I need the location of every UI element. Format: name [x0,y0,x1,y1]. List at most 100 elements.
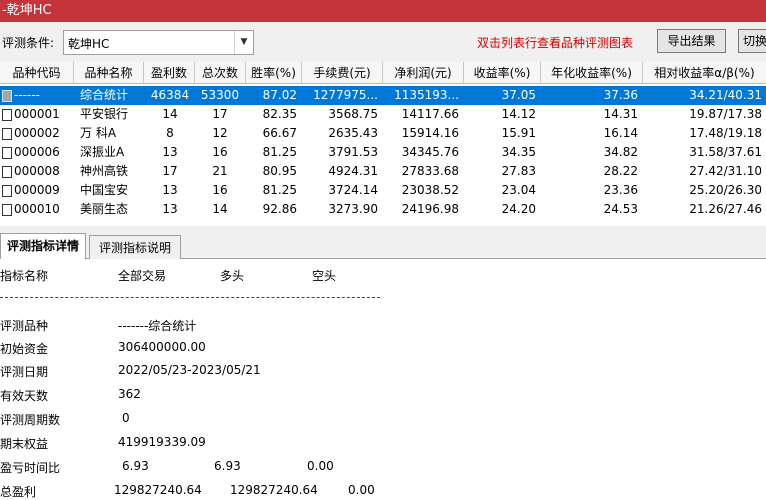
cell-fee: 2635.43 [328,126,378,140]
cell-relative: 31.58/37.61 [689,145,762,159]
metric-value-all: 419919339.09 [118,435,206,449]
cell-return: 14.12 [501,107,536,121]
cell-total: 17 [212,107,228,121]
metric-value-all: -------综合统计 [118,319,197,333]
cell-code: ------ [14,88,40,102]
cell-total: 16 [212,183,228,197]
cell-annual: 24.53 [603,202,638,216]
table-row[interactable]: 000001 平安银行 14 17 82.35 3568.75 14117.66… [0,105,766,124]
cell-annual: 37.36 [603,88,638,102]
table-row[interactable]: 000008 神州高铁 17 21 80.95 4924.31 27833.68… [0,162,766,181]
chevron-down-icon[interactable]: ▼ [234,31,253,54]
cell-annual: 28.22 [603,164,638,178]
cell-name: 神州高铁 [80,164,129,178]
document-icon [2,185,12,197]
cell-fee: 3568.75 [328,107,378,121]
col-header-win[interactable]: 盈利数 [144,62,195,84]
table-row[interactable]: 000010 美丽生态 13 14 92.86 3273.90 24196.98… [0,200,766,219]
cell-rate: 82.35 [262,107,297,121]
cell-net: 15914.16 [401,126,459,140]
cell-total: 53300 [200,88,240,102]
cell-win: 13 [162,145,178,159]
grid-header: 品种代码 品种名称 盈利数 总次数 胜率(%) 手续费(元) 净利润(元) 收益… [0,62,766,84]
metric-label: 有效天数 [0,389,49,403]
col-header-rate[interactable]: 胜率(%) [246,62,302,84]
cell-return: 23.04 [501,183,536,197]
tab-detail[interactable]: 评测指标详情 [0,233,86,259]
cell-total: 21 [212,164,228,178]
metric-label: 总盈利 [0,485,37,499]
cell-win: 17 [162,164,178,178]
metric-value-short: 0.00 [307,459,334,473]
col-header-relative[interactable]: 相对收益率α/β(%) [643,62,766,84]
cell-annual: 23.36 [603,183,638,197]
col-header-code[interactable]: 品种代码 [0,62,74,84]
cell-name: 美丽生态 [80,202,129,216]
condition-label: 评测条件: [2,36,55,50]
col-header-annual[interactable]: 年化收益率(%) [541,62,643,84]
metric-value-short: 0.00 [348,483,375,497]
cell-name: 中国宝安 [80,183,129,197]
cell-fee: 3791.53 [328,145,378,159]
condition-select[interactable]: 乾坤HC ▼ [63,30,254,55]
switch-button[interactable]: 切换 [738,29,766,53]
detail-tabs: 评测指标详情 评测指标说明 [0,226,766,260]
metric-label: 评测日期 [0,365,49,379]
metric-label: 盈亏时间比 [0,461,61,475]
cell-net: 34345.76 [401,145,459,159]
cell-total: 16 [212,145,228,159]
cell-return: 15.91 [501,126,536,140]
metric-value-all: 362 [118,387,141,401]
cell-fee: 3273.90 [328,202,378,216]
cell-name: 深振业A [80,145,125,159]
col-header-name[interactable]: 品种名称 [74,62,144,84]
cell-total: 12 [212,126,228,140]
toolbar: 评测条件: 乾坤HC ▼ 双击列表行查看品种评测图表 导出结果 切换 [0,22,766,62]
tab-explain[interactable]: 评测指标说明 [89,235,181,260]
cell-rate: 80.95 [262,164,297,178]
document-icon [2,204,12,216]
cell-return: 37.05 [501,88,536,102]
cell-code: 000008 [14,164,60,178]
condition-value: 乾坤HC [68,37,110,51]
cell-win: 13 [162,183,178,197]
detail-header-short: 空头 [312,269,337,283]
cell-net: 27833.68 [401,164,459,178]
cell-net: 24196.98 [401,202,459,216]
cell-return: 24.20 [501,202,536,216]
document-icon [2,166,12,178]
export-button[interactable]: 导出结果 [657,29,726,53]
detail-header-all: 全部交易 [118,269,167,283]
table-row[interactable]: ------ 综合统计 46384 53300 87.02 1277975...… [0,86,766,105]
detail-header-name: 指标名称 [0,269,49,283]
cell-relative: 21.26/27.46 [689,202,762,216]
window-title: -乾坤HC [0,0,766,22]
col-header-total[interactable]: 总次数 [195,62,246,84]
divider [0,297,380,298]
col-header-net[interactable]: 净利润(元) [383,62,464,84]
table-row[interactable]: 000009 中国宝安 13 16 81.25 3724.14 23038.52… [0,181,766,200]
metric-value-long: 129827240.64 [230,483,318,497]
cell-code: 000006 [14,145,60,159]
cell-fee: 1277975... [313,88,378,102]
cell-code: 000002 [14,126,60,140]
table-row[interactable]: 000002 万 科A 8 12 66.67 2635.43 15914.16 … [0,124,766,143]
cell-rate: 81.25 [262,145,297,159]
cell-fee: 4924.31 [328,164,378,178]
metric-label: 期末权益 [0,437,49,451]
metric-value-all: 6.93 [122,459,149,473]
cell-net: 14117.66 [401,107,459,121]
result-grid: 品种代码 品种名称 盈利数 总次数 胜率(%) 手续费(元) 净利润(元) 收益… [0,62,766,226]
cell-code: 000001 [14,107,60,121]
cell-relative: 19.87/17.38 [689,107,762,121]
col-header-fee[interactable]: 手续费(元) [302,62,383,84]
detail-panel: 指标名称 全部交易 多头 空头 评测品种 -------综合统计 初始资金 30… [0,259,766,500]
document-icon [2,147,12,159]
cell-net: 1135193... [394,88,459,102]
col-header-return[interactable]: 收益率(%) [464,62,541,84]
cell-relative: 17.48/19.18 [689,126,762,140]
cell-fee: 3724.14 [328,183,378,197]
cell-rate: 66.67 [262,126,297,140]
cell-name: 综合统计 [80,88,129,102]
table-row[interactable]: 000006 深振业A 13 16 81.25 3791.53 34345.76… [0,143,766,162]
